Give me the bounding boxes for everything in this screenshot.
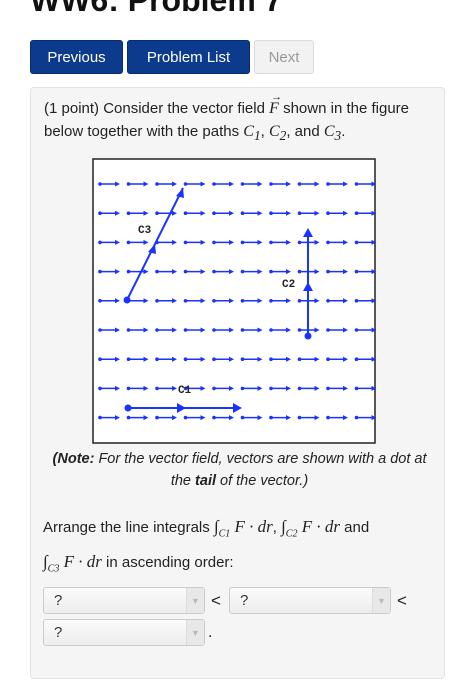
c2-label: C2	[282, 279, 295, 291]
path-C2: C2	[268, 123, 287, 144]
page-title: WW6: Problem 7	[30, 0, 283, 18]
intro-text-b: shown in the	[283, 100, 368, 117]
order-select-1[interactable]: ? ▼	[43, 587, 205, 614]
integral-c3: ∫C3 F · dr	[43, 552, 102, 575]
select-row-2: ? ▼ .	[43, 619, 212, 646]
chevron-down-icon: ▼	[371, 588, 390, 613]
c1-label: C1	[178, 385, 192, 397]
next-button: Next	[254, 40, 314, 74]
chevron-down-icon: ▼	[186, 588, 204, 613]
intro-text-a: Consider the vector field	[103, 100, 265, 117]
problem-panel: (1 point) Consider the vector field F sh…	[30, 86, 445, 679]
chevron-down-icon: ▼	[186, 620, 204, 645]
less-than-2: <	[396, 590, 407, 610]
vector-F: F	[269, 86, 282, 120]
order-select-3[interactable]: ? ▼	[43, 619, 205, 646]
integral-c2: ∫C2 F · dr	[281, 517, 340, 540]
previous-button[interactable]: Previous	[30, 40, 123, 74]
select-row-1: ? ▼ < ? ▼ <	[43, 587, 415, 614]
arrange-question: Arrange the line integrals ∫C1 F · dr, ∫…	[43, 517, 370, 575]
path-C1: C1	[243, 123, 261, 144]
c3-label: C3	[138, 225, 152, 237]
less-than-1: <	[211, 590, 221, 610]
end-period: .	[208, 623, 213, 641]
path-C3: C3	[323, 123, 342, 144]
integral-c1: ∫C1 F · dr	[213, 517, 273, 540]
points-label: (1 point)	[44, 100, 100, 117]
order-select-2[interactable]: ? ▼	[228, 587, 391, 614]
vector-field-figure: C3 C2 C1	[92, 158, 376, 444]
figure-note: (Note: For the vector field, vectors are…	[52, 451, 427, 489]
problem-statement: (1 point) Consider the vector field F sh…	[44, 86, 439, 147]
problem-list-button[interactable]: Problem List	[127, 40, 250, 74]
problem-nav: Previous Problem List Next	[30, 40, 314, 74]
